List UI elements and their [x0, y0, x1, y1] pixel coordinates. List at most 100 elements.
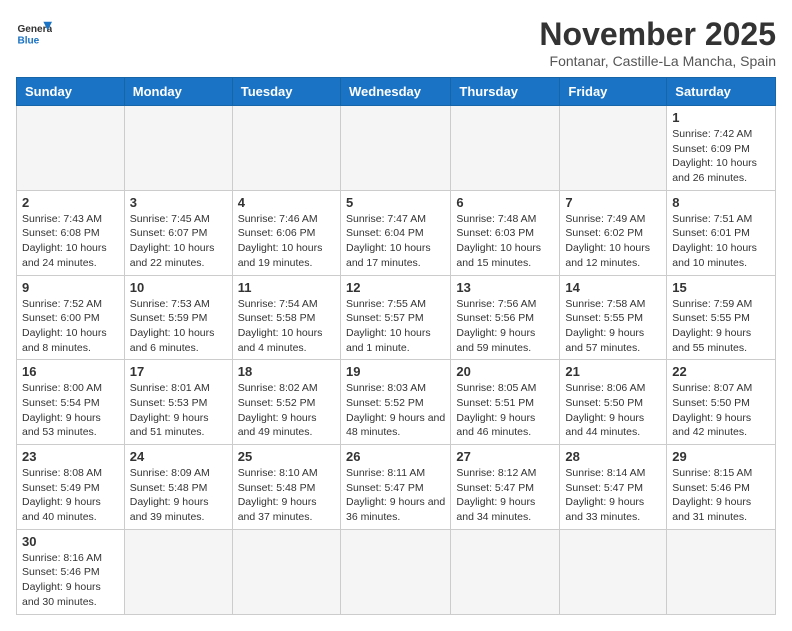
day-info: Sunrise: 7:53 AM Sunset: 5:59 PM Dayligh… — [130, 297, 227, 356]
calendar-cell: 25Sunrise: 8:10 AM Sunset: 5:48 PM Dayli… — [232, 445, 340, 530]
column-header-wednesday: Wednesday — [340, 78, 450, 106]
day-info: Sunrise: 8:01 AM Sunset: 5:53 PM Dayligh… — [130, 381, 227, 440]
calendar-cell: 27 Sunrise: 8:12 AM Sunset: 5:47 PM Dayli… — [451, 445, 560, 530]
day-number: 11 — [238, 280, 335, 295]
location-subtitle: Fontanar, Castille-La Mancha, Spain — [539, 53, 776, 69]
page-header: General Blue November 2025 Fontanar, Cas… — [16, 16, 776, 69]
day-number: 25 — [238, 449, 335, 464]
calendar-cell: 26 Sunrise: 8:11 AM Sunset: 5:47 PM Dayli… — [340, 445, 450, 530]
day-info: Sunrise: 8:02 AM Sunset: 5:52 PM Dayligh… — [238, 381, 335, 440]
calendar-cell: 7 Sunrise: 7:49 AM Sunset: 6:02 PM Daylig… — [560, 190, 667, 275]
calendar-cell: 21Sunrise: 8:06 AM Sunset: 5:50 PM Dayli… — [560, 360, 667, 445]
column-header-monday: Monday — [124, 78, 232, 106]
calendar-cell — [560, 529, 667, 614]
calendar-cell — [667, 529, 776, 614]
calendar-cell: 24Sunrise: 8:09 AM Sunset: 5:48 PM Dayli… — [124, 445, 232, 530]
calendar-week-row: 16 Sunrise: 8:00 AM Sunset: 5:54 PM Dayli… — [17, 360, 776, 445]
calendar-cell: 15 Sunrise: 7:59 AM Sunset: 5:55 PM Dayli… — [667, 275, 776, 360]
calendar-cell: 29 Sunrise: 8:15 AM Sunset: 5:46 PM Dayli… — [667, 445, 776, 530]
day-number: 22 — [672, 364, 770, 379]
calendar-cell — [340, 529, 450, 614]
day-number: 2 — [22, 195, 119, 210]
calendar-cell: 1Sunrise: 7:42 AM Sunset: 6:09 PM Daylig… — [667, 106, 776, 191]
day-number: 29 — [672, 449, 770, 464]
day-info: Sunrise: 7:45 AM Sunset: 6:07 PM Dayligh… — [130, 212, 227, 271]
calendar-cell — [124, 106, 232, 191]
day-number: 5 — [346, 195, 445, 210]
day-number: 13 — [456, 280, 554, 295]
day-info: Sunrise: 7:52 AM Sunset: 6:00 PM Dayligh… — [22, 297, 119, 356]
calendar-cell: 8 Sunrise: 7:51 AM Sunset: 6:01 PM Daylig… — [667, 190, 776, 275]
calendar-header-row: SundayMondayTuesdayWednesdayThursdayFrid… — [17, 78, 776, 106]
day-number: 15 — [672, 280, 770, 295]
calendar-cell: 14Sunrise: 7:58 AM Sunset: 5:55 PM Dayli… — [560, 275, 667, 360]
day-number: 10 — [130, 280, 227, 295]
day-info: Sunrise: 7:49 AM Sunset: 6:02 PM Dayligh… — [565, 212, 661, 271]
day-info: Sunrise: 7:58 AM Sunset: 5:55 PM Dayligh… — [565, 297, 661, 356]
day-info: Sunrise: 8:08 AM Sunset: 5:49 PM Dayligh… — [22, 466, 119, 525]
day-info: Sunrise: 7:55 AM Sunset: 5:57 PM Dayligh… — [346, 297, 445, 356]
calendar-cell — [451, 106, 560, 191]
calendar-cell — [232, 106, 340, 191]
day-info: Sunrise: 8:03 AM Sunset: 5:52 PM Dayligh… — [346, 381, 445, 440]
calendar-cell: 4Sunrise: 7:46 AM Sunset: 6:06 PM Daylig… — [232, 190, 340, 275]
day-info: Sunrise: 7:59 AM Sunset: 5:55 PM Dayligh… — [672, 297, 770, 356]
day-number: 6 — [456, 195, 554, 210]
day-info: Sunrise: 8:07 AM Sunset: 5:50 PM Dayligh… — [672, 381, 770, 440]
calendar-cell: 5 Sunrise: 7:47 AM Sunset: 6:04 PM Daylig… — [340, 190, 450, 275]
column-header-sunday: Sunday — [17, 78, 125, 106]
day-number: 3 — [130, 195, 227, 210]
column-header-tuesday: Tuesday — [232, 78, 340, 106]
svg-text:Blue: Blue — [17, 35, 39, 46]
day-number: 12 — [346, 280, 445, 295]
calendar-cell: 18 Sunrise: 8:02 AM Sunset: 5:52 PM Dayli… — [232, 360, 340, 445]
day-info: Sunrise: 7:43 AM Sunset: 6:08 PM Dayligh… — [22, 212, 119, 271]
day-number: 26 — [346, 449, 445, 464]
day-number: 27 — [456, 449, 554, 464]
day-number: 16 — [22, 364, 119, 379]
day-number: 18 — [238, 364, 335, 379]
calendar-cell: 13 Sunrise: 7:56 AM Sunset: 5:56 PM Dayli… — [451, 275, 560, 360]
logo: General Blue — [16, 16, 52, 52]
day-info: Sunrise: 8:05 AM Sunset: 5:51 PM Dayligh… — [456, 381, 554, 440]
calendar-week-row: 9Sunrise: 7:52 AM Sunset: 6:00 PM Daylig… — [17, 275, 776, 360]
day-number: 23 — [22, 449, 119, 464]
day-info: Sunrise: 7:48 AM Sunset: 6:03 PM Dayligh… — [456, 212, 554, 271]
calendar-cell: 23 Sunrise: 8:08 AM Sunset: 5:49 PM Dayli… — [17, 445, 125, 530]
calendar-week-row: 30 Sunrise: 8:16 AM Sunset: 5:46 PM Dayli… — [17, 529, 776, 614]
day-info: Sunrise: 8:12 AM Sunset: 5:47 PM Dayligh… — [456, 466, 554, 525]
day-info: Sunrise: 8:14 AM Sunset: 5:47 PM Dayligh… — [565, 466, 661, 525]
calendar-cell — [17, 106, 125, 191]
calendar-cell — [124, 529, 232, 614]
calendar-cell: 16 Sunrise: 8:00 AM Sunset: 5:54 PM Dayli… — [17, 360, 125, 445]
day-info: Sunrise: 8:00 AM Sunset: 5:54 PM Dayligh… — [22, 381, 119, 440]
day-info: Sunrise: 7:47 AM Sunset: 6:04 PM Dayligh… — [346, 212, 445, 271]
day-info: Sunrise: 7:42 AM Sunset: 6:09 PM Dayligh… — [672, 127, 770, 186]
day-number: 28 — [565, 449, 661, 464]
column-header-friday: Friday — [560, 78, 667, 106]
day-number: 7 — [565, 195, 661, 210]
calendar-week-row: 23 Sunrise: 8:08 AM Sunset: 5:49 PM Dayli… — [17, 445, 776, 530]
calendar-cell: 2 Sunrise: 7:43 AM Sunset: 6:08 PM Daylig… — [17, 190, 125, 275]
day-info: Sunrise: 7:51 AM Sunset: 6:01 PM Dayligh… — [672, 212, 770, 271]
calendar-cell: 20 Sunrise: 8:05 AM Sunset: 5:51 PM Dayli… — [451, 360, 560, 445]
calendar-cell: 30 Sunrise: 8:16 AM Sunset: 5:46 PM Dayli… — [17, 529, 125, 614]
calendar-cell: 19Sunrise: 8:03 AM Sunset: 5:52 PM Dayli… — [340, 360, 450, 445]
calendar-week-row: 2 Sunrise: 7:43 AM Sunset: 6:08 PM Daylig… — [17, 190, 776, 275]
month-title: November 2025 — [539, 16, 776, 53]
day-info: Sunrise: 8:11 AM Sunset: 5:47 PM Dayligh… — [346, 466, 445, 525]
day-number: 8 — [672, 195, 770, 210]
day-info: Sunrise: 8:15 AM Sunset: 5:46 PM Dayligh… — [672, 466, 770, 525]
calendar-cell: 22 Sunrise: 8:07 AM Sunset: 5:50 PM Dayli… — [667, 360, 776, 445]
calendar-cell — [340, 106, 450, 191]
day-number: 30 — [22, 534, 119, 549]
day-number: 20 — [456, 364, 554, 379]
day-info: Sunrise: 8:16 AM Sunset: 5:46 PM Dayligh… — [22, 551, 119, 610]
calendar-cell — [451, 529, 560, 614]
day-number: 21 — [565, 364, 661, 379]
calendar-cell: 6 Sunrise: 7:48 AM Sunset: 6:03 PM Daylig… — [451, 190, 560, 275]
day-info: Sunrise: 7:56 AM Sunset: 5:56 PM Dayligh… — [456, 297, 554, 356]
day-number: 4 — [238, 195, 335, 210]
calendar-table: SundayMondayTuesdayWednesdayThursdayFrid… — [16, 77, 776, 615]
calendar-cell: 10 Sunrise: 7:53 AM Sunset: 5:59 PM Dayli… — [124, 275, 232, 360]
